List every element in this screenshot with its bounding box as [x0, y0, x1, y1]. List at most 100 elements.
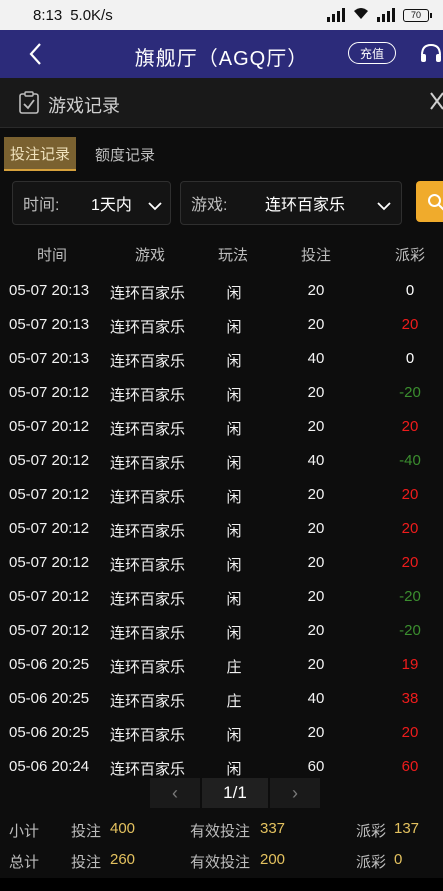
game-filter-value: 连环百家乐 — [265, 197, 346, 214]
system-nav-bar — [0, 878, 443, 891]
cell-bet: 20 — [307, 486, 325, 503]
subtotal-bet-value: 400 — [110, 820, 136, 837]
cell-time: 05-07 20:12 — [9, 588, 90, 605]
cell-payout: 0 — [405, 350, 415, 367]
cell-play: 闲 — [226, 489, 242, 506]
total-bet-value: 260 — [110, 851, 136, 868]
table-row: 05-07 20:13 连环百家乐 闲 40 0 — [0, 342, 443, 376]
cell-game: 连环百家乐 — [110, 387, 186, 404]
cell-play: 闲 — [226, 285, 242, 302]
cell-bet: 20 — [307, 622, 325, 639]
total-row: 总计 投注 260 有效投注 200 派彩 0 — [0, 845, 443, 875]
battery-icon: 70 — [403, 8, 432, 22]
tab-credit-records[interactable]: 额度记录 — [89, 137, 161, 171]
column-header-payout: 派彩 — [394, 247, 425, 264]
cell-time: 05-07 20:12 — [9, 384, 90, 401]
subtotal-valid-value: 337 — [260, 820, 286, 837]
cell-payout: 38 — [401, 690, 419, 707]
wifi-icon — [353, 7, 369, 23]
cell-play: 庄 — [226, 659, 242, 676]
total-label: 总计 — [9, 854, 40, 871]
cell-time: 05-06 20:25 — [9, 724, 90, 741]
cell-play: 闲 — [226, 421, 242, 438]
cell-play: 闲 — [226, 523, 242, 540]
column-header-play: 玩法 — [217, 247, 248, 264]
table-row: 05-06 20:25 连环百家乐 闲 20 20 — [0, 716, 443, 750]
cell-bet: 20 — [307, 282, 325, 299]
cell-game: 连环百家乐 — [110, 455, 186, 472]
table-row: 05-06 20:25 连环百家乐 庄 20 19 — [0, 648, 443, 682]
table-row: 05-07 20:13 连环百家乐 闲 20 20 — [0, 308, 443, 342]
table-row: 05-07 20:12 连环百家乐 闲 20 -20 — [0, 580, 443, 614]
column-header-bet: 投注 — [300, 247, 331, 264]
cell-game: 连环百家乐 — [110, 489, 186, 506]
tab-bet-records[interactable]: 投注记录 — [4, 137, 77, 171]
prev-page-button[interactable]: ‹ — [150, 778, 200, 808]
nav-bar: 旗舰厅（AGQ厅） 充值 — [0, 30, 443, 78]
subtotal-bet-label: 投注 — [71, 823, 102, 840]
cell-game: 连环百家乐 — [110, 421, 186, 438]
total-payout-label: 派彩 — [356, 854, 387, 871]
cell-bet: 40 — [307, 690, 325, 707]
total-payout-value: 0 — [394, 851, 403, 868]
section-header: 游戏记录 — [0, 78, 443, 128]
cell-game: 连环百家乐 — [110, 625, 186, 642]
cell-time: 05-07 20:13 — [9, 316, 90, 333]
cell-bet: 20 — [307, 656, 325, 673]
cell-time: 05-07 20:12 — [9, 520, 90, 537]
clipboard-check-icon — [17, 91, 41, 115]
total-valid-label: 有效投注 — [190, 854, 251, 871]
game-filter-label: 游戏: — [191, 197, 228, 214]
close-icon[interactable] — [428, 90, 443, 112]
cell-bet: 20 — [307, 316, 325, 333]
cell-time: 05-07 20:13 — [9, 282, 90, 299]
cell-time: 05-07 20:13 — [9, 350, 90, 367]
cell-payout: 20 — [401, 316, 419, 333]
cell-payout: 0 — [405, 282, 415, 299]
table-header: 时间 游戏 玩法 投注 派彩 — [0, 236, 443, 270]
cell-time: 05-07 20:12 — [9, 418, 90, 435]
search-button[interactable] — [416, 181, 443, 222]
table-row: 05-07 20:12 连环百家乐 闲 20 -20 — [0, 614, 443, 648]
customer-service-icon[interactable] — [418, 41, 443, 67]
table-row: 05-07 20:12 连环百家乐 闲 20 -20 — [0, 376, 443, 410]
cell-game: 连环百家乐 — [110, 693, 186, 710]
page-indicator: 1/1 — [202, 778, 268, 808]
next-page-button[interactable]: › — [270, 778, 320, 808]
cell-time: 05-07 20:12 — [9, 486, 90, 503]
cell-bet: 60 — [307, 758, 325, 775]
cell-bet: 20 — [307, 418, 325, 435]
signal-icon-2 — [377, 8, 395, 22]
cell-game: 连环百家乐 — [110, 659, 186, 676]
time-filter-value: 1天内 — [91, 197, 132, 214]
cell-time: 05-06 20:25 — [9, 656, 90, 673]
table-row: 05-07 20:13 连环百家乐 闲 20 0 — [0, 274, 443, 308]
section-title: 游戏记录 — [48, 96, 120, 116]
cell-game: 连环百家乐 — [110, 591, 186, 608]
cell-bet: 20 — [307, 384, 325, 401]
chevron-down-icon — [377, 198, 391, 216]
game-filter-select[interactable]: 游戏: 连环百家乐 — [180, 181, 402, 225]
cell-play: 闲 — [226, 353, 242, 370]
cell-bet: 20 — [307, 520, 325, 537]
signal-icon — [327, 8, 345, 22]
pagination: ‹ 1/1 › — [150, 776, 320, 810]
time-filter-select[interactable]: 时间: 1天内 — [12, 181, 171, 225]
cell-payout: -40 — [399, 452, 421, 469]
table-row: 05-07 20:12 连环百家乐 闲 20 20 — [0, 512, 443, 546]
cell-time: 05-07 20:12 — [9, 554, 90, 571]
cell-play: 庄 — [226, 693, 242, 710]
cell-payout: -20 — [399, 622, 421, 639]
cell-play: 闲 — [226, 557, 242, 574]
total-bet-label: 投注 — [71, 854, 102, 871]
column-header-time: 时间 — [36, 247, 67, 264]
total-valid-value: 200 — [260, 851, 286, 868]
cell-play: 闲 — [226, 591, 242, 608]
recharge-button[interactable]: 充值 — [348, 42, 396, 64]
subtotal-valid-label: 有效投注 — [190, 823, 251, 840]
cell-time: 05-06 20:24 — [9, 758, 90, 775]
table-row: 05-06 20:25 连环百家乐 庄 40 38 — [0, 682, 443, 716]
subtotal-payout-value: 137 — [394, 820, 420, 837]
search-icon — [428, 194, 443, 211]
cell-payout: 20 — [401, 554, 419, 571]
